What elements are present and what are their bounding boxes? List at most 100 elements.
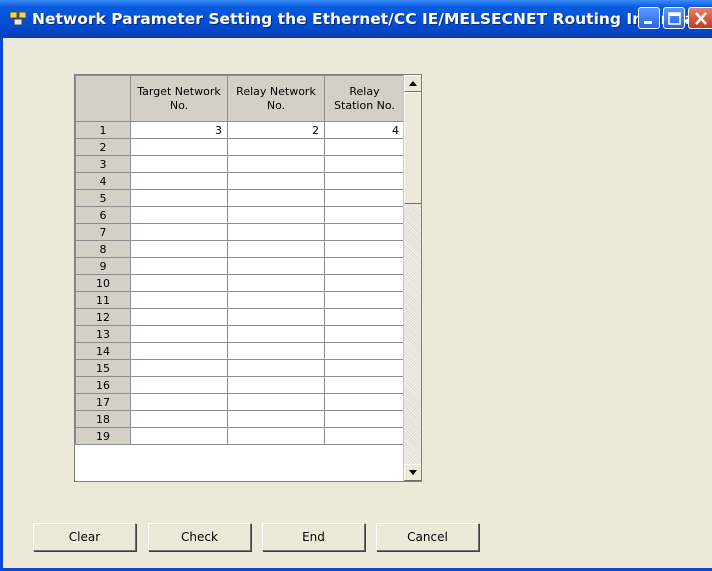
relay-station-cell[interactable] [324, 155, 405, 173]
target-network-cell[interactable]: 3 [130, 121, 228, 139]
table-row: 13 [75, 325, 405, 343]
maximize-button[interactable] [663, 7, 685, 29]
row-number-cell[interactable]: 3 [75, 155, 131, 173]
row-number-cell[interactable]: 12 [75, 308, 131, 326]
title-bar[interactable]: Network Parameter Setting the Ethernet/C… [0, 0, 712, 38]
relay-station-cell[interactable] [324, 223, 405, 241]
row-number-cell[interactable]: 4 [75, 172, 131, 190]
row-number-cell[interactable]: 8 [75, 240, 131, 258]
relay-station-cell[interactable]: 4 [324, 121, 405, 139]
target-network-cell[interactable] [130, 223, 228, 241]
row-number-cell[interactable]: 6 [75, 206, 131, 224]
relay-station-cell[interactable] [324, 376, 405, 394]
row-number-cell[interactable]: 13 [75, 325, 131, 343]
target-network-cell[interactable] [130, 342, 228, 360]
scroll-up-button[interactable] [404, 75, 421, 92]
relay-network-cell[interactable] [227, 359, 325, 377]
target-network-cell[interactable] [130, 410, 228, 428]
table-row: 1324 [75, 121, 405, 139]
relay-station-cell[interactable] [324, 172, 405, 190]
relay-station-cell[interactable] [324, 342, 405, 360]
row-number-cell[interactable]: 10 [75, 274, 131, 292]
relay-network-cell[interactable] [227, 274, 325, 292]
target-network-cell[interactable] [130, 325, 228, 343]
relay-network-cell[interactable] [227, 189, 325, 207]
column-header-relay-network[interactable]: Relay Network No. [227, 75, 325, 122]
relay-station-cell[interactable] [324, 206, 405, 224]
vertical-scrollbar[interactable] [403, 75, 421, 481]
target-network-cell[interactable] [130, 172, 228, 190]
relay-network-cell[interactable] [227, 172, 325, 190]
row-number-cell[interactable]: 17 [75, 393, 131, 411]
relay-station-cell[interactable] [324, 240, 405, 258]
check-button[interactable]: Check [148, 523, 251, 551]
relay-network-cell[interactable] [227, 393, 325, 411]
window-title: Network Parameter Setting the Ethernet/C… [32, 10, 712, 28]
row-number-cell[interactable]: 7 [75, 223, 131, 241]
relay-station-cell[interactable] [324, 274, 405, 292]
column-header-line: Station No. [334, 98, 395, 112]
relay-network-cell[interactable] [227, 291, 325, 309]
relay-station-cell[interactable] [324, 410, 405, 428]
row-number-cell[interactable]: 19 [75, 427, 131, 445]
target-network-cell[interactable] [130, 274, 228, 292]
relay-network-cell[interactable] [227, 138, 325, 156]
close-button[interactable] [688, 7, 712, 29]
relay-network-cell[interactable] [227, 342, 325, 360]
scroll-down-button[interactable] [404, 464, 421, 481]
relay-station-cell[interactable] [324, 308, 405, 326]
target-network-cell[interactable] [130, 291, 228, 309]
relay-network-cell[interactable] [227, 155, 325, 173]
column-header-target-network[interactable]: Target Network No. [130, 75, 228, 122]
clear-button[interactable]: Clear [33, 523, 136, 551]
routing-info-window: Network Parameter Setting the Ethernet/C… [0, 0, 712, 571]
column-header-relay-station[interactable]: Relay Station No. [324, 75, 405, 122]
row-number-cell[interactable]: 11 [75, 291, 131, 309]
routing-table: Target Network No. Relay Network No. Rel… [74, 74, 422, 482]
target-network-cell[interactable] [130, 206, 228, 224]
cancel-button[interactable]: Cancel [376, 523, 479, 551]
relay-station-cell[interactable] [324, 427, 405, 445]
row-number-cell[interactable]: 16 [75, 376, 131, 394]
row-number-cell[interactable]: 18 [75, 410, 131, 428]
relay-network-cell[interactable] [227, 206, 325, 224]
relay-network-cell[interactable] [227, 240, 325, 258]
relay-station-cell[interactable] [324, 359, 405, 377]
relay-network-cell[interactable] [227, 257, 325, 275]
target-network-cell[interactable] [130, 359, 228, 377]
target-network-cell[interactable] [130, 240, 228, 258]
corner-header[interactable] [75, 75, 131, 122]
column-header-line: No. [266, 98, 286, 112]
target-network-cell[interactable] [130, 189, 228, 207]
relay-network-cell[interactable] [227, 376, 325, 394]
relay-network-cell[interactable] [227, 325, 325, 343]
relay-network-cell[interactable] [227, 410, 325, 428]
row-number-cell[interactable]: 15 [75, 359, 131, 377]
relay-station-cell[interactable] [324, 393, 405, 411]
target-network-cell[interactable] [130, 138, 228, 156]
relay-station-cell[interactable] [324, 325, 405, 343]
relay-station-cell[interactable] [324, 257, 405, 275]
row-number-cell[interactable]: 2 [75, 138, 131, 156]
target-network-cell[interactable] [130, 155, 228, 173]
minimize-button[interactable] [638, 7, 660, 29]
target-network-cell[interactable] [130, 376, 228, 394]
row-number-cell[interactable]: 5 [75, 189, 131, 207]
relay-network-cell[interactable]: 2 [227, 121, 325, 139]
target-network-cell[interactable] [130, 257, 228, 275]
row-number-cell[interactable]: 9 [75, 257, 131, 275]
row-number-cell[interactable]: 1 [75, 121, 131, 139]
relay-network-cell[interactable] [227, 223, 325, 241]
scroll-thumb[interactable] [404, 92, 421, 204]
relay-station-cell[interactable] [324, 189, 405, 207]
target-network-cell[interactable] [130, 427, 228, 445]
target-network-cell[interactable] [130, 393, 228, 411]
relay-station-cell[interactable] [324, 291, 405, 309]
relay-station-cell[interactable] [324, 138, 405, 156]
row-number-cell[interactable]: 14 [75, 342, 131, 360]
relay-network-cell[interactable] [227, 427, 325, 445]
column-header-line: Relay [349, 84, 380, 98]
relay-network-cell[interactable] [227, 308, 325, 326]
end-button[interactable]: End [262, 523, 365, 551]
target-network-cell[interactable] [130, 308, 228, 326]
